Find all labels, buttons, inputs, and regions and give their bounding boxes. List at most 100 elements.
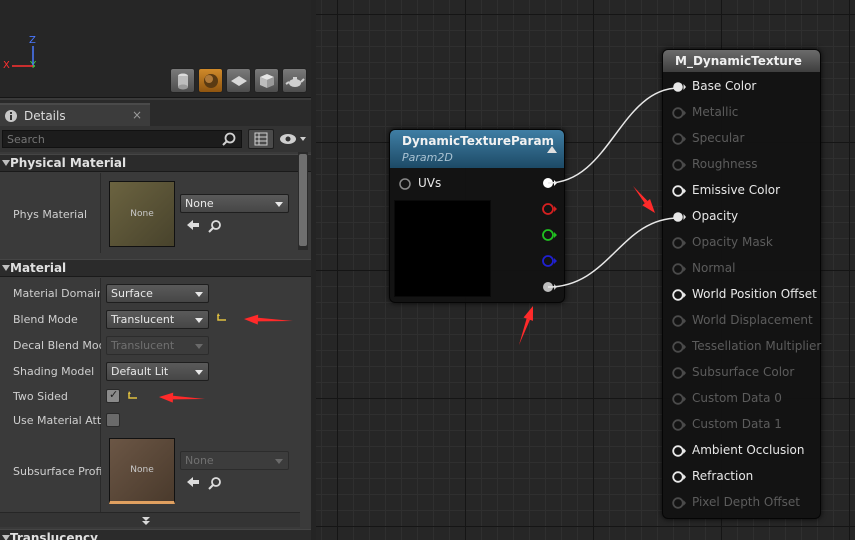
thumbnail-text: None bbox=[130, 209, 154, 219]
material-preview-viewport[interactable]: Z X Y bbox=[0, 0, 311, 98]
tab-details-label: Details bbox=[24, 108, 66, 123]
sphere-icon bbox=[203, 73, 218, 88]
output-g-pin[interactable] bbox=[542, 229, 557, 241]
chevron-down-icon bbox=[275, 202, 283, 207]
param-output-pins bbox=[542, 178, 557, 292]
result-input-pin bbox=[672, 107, 686, 119]
use-selected-arrow-icon[interactable] bbox=[186, 219, 200, 232]
column-divider bbox=[100, 278, 101, 515]
result-pin-label: World Position Offset bbox=[692, 287, 817, 301]
search-input[interactable] bbox=[2, 130, 242, 148]
category-physical-material[interactable]: Physical Material bbox=[0, 154, 311, 172]
output-rgb-pin[interactable] bbox=[543, 178, 557, 188]
use-material-attributes-checkbox[interactable] bbox=[106, 413, 120, 427]
search-bar bbox=[0, 126, 311, 152]
result-input-pin bbox=[672, 315, 686, 327]
subsurface-profile-thumbnail[interactable]: None bbox=[109, 438, 175, 504]
axis-gizmo-icon bbox=[12, 46, 35, 67]
search-icon[interactable] bbox=[222, 132, 236, 146]
result-pin-label: Subsurface Color bbox=[692, 365, 795, 379]
result-pin-label: Metallic bbox=[692, 105, 739, 119]
chevron-down-icon bbox=[195, 318, 203, 323]
cylinder-icon bbox=[177, 73, 188, 89]
shading-model-value: Default Lit bbox=[111, 365, 169, 378]
result-pin-label: Ambient Occlusion bbox=[692, 443, 805, 457]
result-input-pin bbox=[672, 341, 686, 353]
decal-blend-mode-label: Decal Blend Mode bbox=[13, 339, 101, 352]
column-divider bbox=[100, 173, 101, 253]
result-pin-label: Normal bbox=[692, 261, 736, 275]
output-a-pin[interactable] bbox=[543, 282, 557, 292]
preview-teapot-button[interactable] bbox=[282, 68, 307, 93]
use-material-attributes-label: Use Material Attributes bbox=[13, 414, 101, 427]
category-label: Physical Material bbox=[10, 156, 127, 170]
eye-icon bbox=[280, 134, 306, 144]
use-selected-arrow-icon[interactable] bbox=[186, 476, 200, 489]
preview-shape-toolbar bbox=[170, 68, 307, 93]
uvs-input-pin[interactable] bbox=[398, 177, 412, 191]
phys-material-thumbnail[interactable]: None bbox=[109, 181, 175, 247]
node-header[interactable]: DynamicTextureParam Param2D bbox=[390, 130, 564, 168]
property-matrix-button[interactable] bbox=[248, 129, 274, 149]
blend-mode-dropdown[interactable]: Translucent bbox=[106, 310, 209, 329]
node-header[interactable]: M_DynamicTexture bbox=[663, 50, 820, 72]
advanced-properties-expander[interactable] bbox=[0, 512, 300, 527]
browse-search-icon[interactable] bbox=[208, 476, 222, 490]
preview-sphere-button[interactable] bbox=[198, 68, 223, 93]
reset-to-default-icon[interactable] bbox=[216, 313, 228, 323]
result-pin-label: Roughness bbox=[692, 157, 758, 171]
teapot-icon bbox=[284, 76, 305, 87]
result-pin-label: Pixel Depth Offset bbox=[692, 495, 800, 509]
texture-preview bbox=[394, 200, 491, 297]
result-input-pin bbox=[672, 159, 686, 171]
result-input-pin[interactable] bbox=[672, 210, 688, 224]
result-input-pin bbox=[672, 367, 686, 379]
output-r-pin[interactable] bbox=[542, 203, 557, 215]
view-options-button[interactable] bbox=[278, 130, 308, 148]
result-input-pin bbox=[672, 419, 686, 431]
result-input-pin[interactable] bbox=[672, 288, 688, 302]
tab-details[interactable]: Details × bbox=[0, 103, 150, 126]
details-scrollbar[interactable] bbox=[298, 152, 308, 250]
result-input-pin bbox=[672, 237, 686, 249]
category-label: Translucency bbox=[10, 531, 98, 540]
chevron-down-icon bbox=[195, 370, 203, 375]
output-b-pin[interactable] bbox=[542, 255, 557, 267]
subsurface-profile-label: Subsurface Profile bbox=[13, 465, 101, 478]
plane-icon bbox=[230, 75, 247, 86]
two-sided-checkbox[interactable]: ✓ bbox=[106, 388, 120, 403]
scrollbar-thumb[interactable] bbox=[299, 154, 307, 246]
node-title: DynamicTextureParam bbox=[402, 134, 555, 148]
category-material[interactable]: Material bbox=[0, 259, 311, 277]
result-input-pin[interactable] bbox=[672, 80, 688, 94]
chevron-down-icon bbox=[142, 517, 150, 525]
close-icon[interactable]: × bbox=[132, 108, 142, 122]
result-pin-label: Custom Data 1 bbox=[692, 417, 782, 431]
material-domain-dropdown[interactable]: Surface bbox=[106, 284, 209, 303]
collapse-preview-icon[interactable] bbox=[547, 146, 557, 153]
grid-icon bbox=[254, 132, 268, 146]
preview-cylinder-button[interactable] bbox=[170, 68, 195, 93]
category-translucency[interactable]: Translucency bbox=[0, 529, 311, 540]
preview-plane-button[interactable] bbox=[226, 68, 251, 93]
result-pin-label: Emissive Color bbox=[692, 183, 781, 197]
browse-search-icon[interactable] bbox=[208, 219, 222, 233]
phys-material-label: Phys Material bbox=[13, 208, 88, 221]
result-input-pin[interactable] bbox=[672, 444, 688, 458]
result-input-pin[interactable] bbox=[672, 470, 688, 484]
result-input-pin bbox=[672, 393, 686, 405]
preview-cube-button[interactable] bbox=[254, 68, 279, 93]
uvs-input-label: UVs bbox=[418, 176, 442, 190]
expand-arrow-icon bbox=[2, 535, 10, 540]
result-input-pin[interactable] bbox=[672, 184, 688, 198]
result-input-pin bbox=[672, 133, 686, 145]
blend-mode-value: Translucent bbox=[111, 313, 175, 326]
subsurface-profile-dropdown: None bbox=[180, 451, 289, 470]
result-pin-label: World Displacement bbox=[692, 313, 813, 327]
result-pin-label: Specular bbox=[692, 131, 745, 145]
material-domain-value: Surface bbox=[111, 287, 153, 300]
shading-model-dropdown[interactable]: Default Lit bbox=[106, 362, 209, 381]
phys-material-dropdown[interactable]: None bbox=[180, 194, 289, 213]
reset-to-default-icon[interactable] bbox=[127, 391, 139, 401]
thumbnail-text: None bbox=[130, 465, 154, 475]
